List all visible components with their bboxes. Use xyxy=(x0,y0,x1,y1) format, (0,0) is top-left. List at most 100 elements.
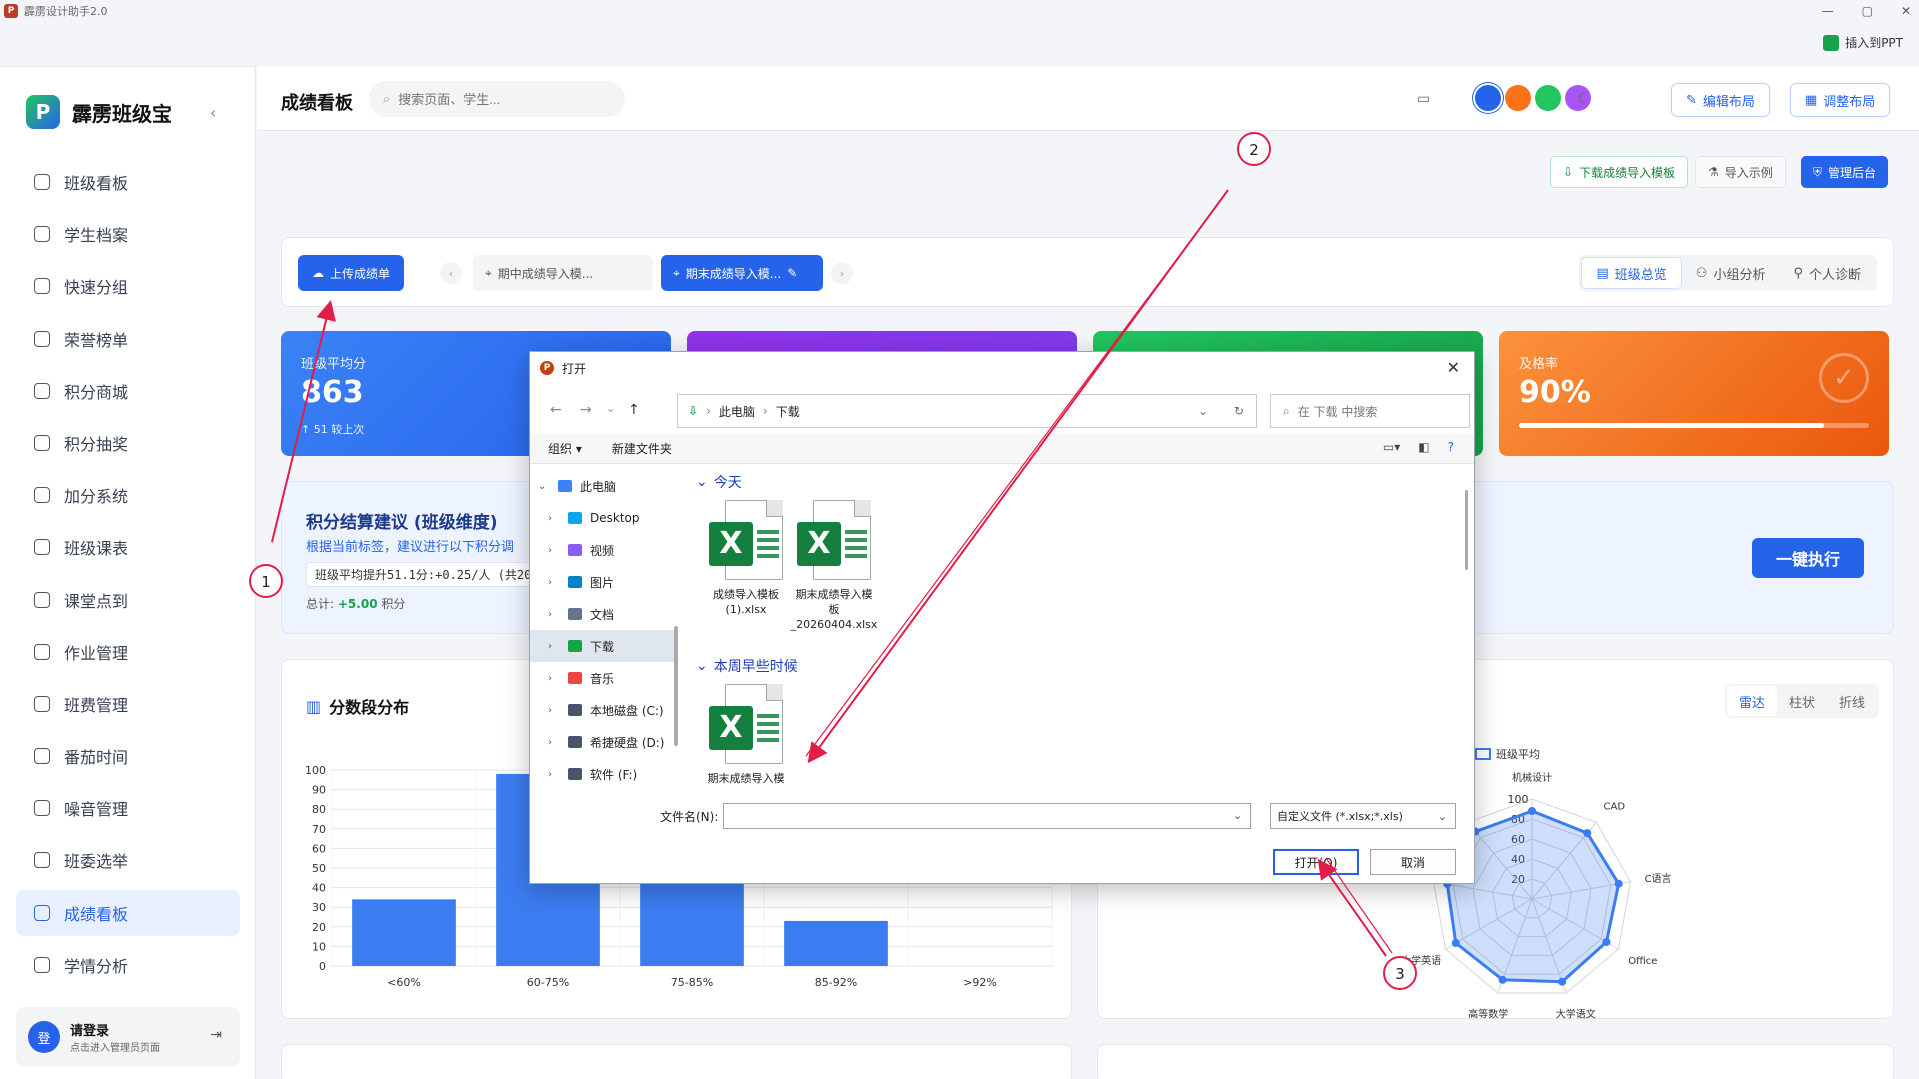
group-today[interactable]: ⌄ 今天 xyxy=(696,472,742,492)
recent-chevron-icon[interactable]: ⌄ xyxy=(606,402,615,415)
dark-mode-icon[interactable]: ☾ xyxy=(1577,91,1590,107)
chevron-right-icon[interactable]: › xyxy=(548,705,560,716)
admin-button[interactable]: ⛨ 管理后台 xyxy=(1801,156,1889,188)
sidebar-item-10[interactable]: 班费管理 xyxy=(16,681,240,727)
folder-icon xyxy=(568,576,582,588)
sidebar-item-13[interactable]: 班委选举 xyxy=(16,837,240,883)
up-icon[interactable]: ↑ xyxy=(628,402,640,418)
edit-icon[interactable]: ✎ xyxy=(787,266,797,280)
tree-item[interactable]: › 视频 xyxy=(530,534,676,566)
dialog-close-button[interactable]: ✕ xyxy=(1447,358,1460,377)
chip-final[interactable]: ⌖ 期末成绩导入模... ✎ xyxy=(661,255,823,291)
chevron-right-icon[interactable]: › xyxy=(548,609,560,620)
suggestion-total: 总计: +5.00 积分 xyxy=(306,595,405,612)
address-bar[interactable]: ⇩ › 此电脑 › 下载 ⌄ ↻ xyxy=(677,394,1257,428)
sidebar-item-9[interactable]: 作业管理 xyxy=(16,629,240,675)
sidebar-item-3[interactable]: 荣誉榜单 xyxy=(16,316,240,362)
folder-icon xyxy=(568,768,582,780)
new-folder-button[interactable]: 新建文件夹 xyxy=(612,440,672,457)
tree-item[interactable]: › 文档 xyxy=(530,598,676,630)
chips-prev-button[interactable]: ‹ xyxy=(440,262,462,284)
tab-personal-diagnosis[interactable]: ⚲ 个人诊断 xyxy=(1779,257,1875,289)
minimize-button[interactable]: — xyxy=(1822,4,1834,18)
filename-input[interactable] xyxy=(723,803,1251,829)
address-dropdown-icon[interactable]: ⌄ xyxy=(1198,404,1208,418)
file-item[interactable]: X 期末成绩导入模 板 _20260404.xlsx xyxy=(790,500,878,633)
help-icon[interactable]: ? xyxy=(1448,440,1454,454)
adjust-layout-button[interactable]: ▦ 调整布局 xyxy=(1790,83,1891,117)
tree-item[interactable]: › 音乐 xyxy=(530,662,676,694)
sidebar-item-5[interactable]: 积分抽奖 xyxy=(16,420,240,466)
sidebar-toggle-icon[interactable]: ▭ xyxy=(1417,91,1430,107)
sidebar-item-4[interactable]: 积分商城 xyxy=(16,368,240,414)
filetype-select[interactable]: 自定义文件 (*.xlsx;*.xls) ⌄ xyxy=(1270,803,1456,829)
import-example-button[interactable]: ⚗ 导入示例 xyxy=(1695,156,1786,188)
tree-item[interactable]: ⌄ 此电脑 xyxy=(530,470,676,502)
theme-color-swatch[interactable] xyxy=(1475,85,1501,111)
forward-icon[interactable]: → xyxy=(580,402,592,418)
cancel-button[interactable]: 取消 xyxy=(1370,849,1456,875)
tree-item[interactable]: › 下载 xyxy=(530,630,676,662)
file-item[interactable]: X 成绩导入模板 (1).xlsx xyxy=(702,500,790,618)
preview-pane-icon[interactable]: ◧ xyxy=(1418,440,1429,454)
stat-sub: ↑ 51 较上次 xyxy=(301,423,365,436)
tree-item[interactable]: › 软件 (F:) xyxy=(530,758,676,790)
search-bar[interactable]: ⌕ xyxy=(369,81,625,117)
chevron-right-icon[interactable]: › xyxy=(548,769,560,780)
theme-color-swatch[interactable] xyxy=(1505,85,1531,111)
chip-midterm[interactable]: ⌖ 期中成绩导入模... xyxy=(473,255,653,291)
upload-scores-button[interactable]: ☁ 上传成绩单 xyxy=(298,255,404,291)
maximize-button[interactable]: ▢ xyxy=(1862,4,1873,18)
tree-item[interactable]: › Desktop xyxy=(530,502,676,534)
sidebar-item-15[interactable]: 学情分析 xyxy=(16,942,240,988)
sidebar-item-7[interactable]: 班级课表 xyxy=(16,524,240,570)
login-card[interactable]: 登 请登录 点击进入管理员页面 ⇥ xyxy=(16,1007,240,1067)
dialog-search-box[interactable]: ⌕ 在 下载 中搜索 xyxy=(1270,394,1470,428)
radar-point xyxy=(1583,829,1592,838)
breadcrumb-downloads[interactable]: 下载 xyxy=(776,403,800,420)
tree-item[interactable]: › 希捷硬盘 (D:) xyxy=(530,726,676,758)
sidebar-item-8[interactable]: 课堂点到 xyxy=(16,577,240,623)
chips-next-button[interactable]: › xyxy=(831,262,853,284)
chevron-right-icon[interactable]: › xyxy=(548,673,560,684)
tab-group-analysis[interactable]: ⚇ 小组分析 xyxy=(1682,257,1780,289)
sidebar-item-1[interactable]: 学生档案 xyxy=(16,211,240,257)
back-icon[interactable]: ← xyxy=(550,402,562,418)
sidebar-item-2[interactable]: 快速分组 xyxy=(16,263,240,309)
gift-icon xyxy=(34,434,50,451)
execute-button[interactable]: 一键执行 xyxy=(1752,538,1864,578)
collapse-sidebar-icon[interactable]: ‹ xyxy=(210,103,216,122)
sidebar-item-0[interactable]: 班级看板 xyxy=(16,159,240,205)
filename-dropdown-icon[interactable]: ⌄ xyxy=(1233,809,1242,822)
view-mode-icon[interactable]: ▭▾ xyxy=(1383,440,1400,454)
chevron-right-icon[interactable]: › xyxy=(548,737,560,748)
tree-scrollbar[interactable] xyxy=(674,626,678,746)
chevron-down-icon: ⌄ xyxy=(1437,809,1447,823)
tab-class-overview[interactable]: ▤ 班级总览 xyxy=(1581,257,1682,289)
theme-color-swatch[interactable] xyxy=(1535,85,1561,111)
tree-item[interactable]: › 图片 xyxy=(530,566,676,598)
close-button[interactable]: ✕ xyxy=(1901,4,1911,18)
chevron-right-icon[interactable]: › xyxy=(548,545,560,556)
chevron-right-icon[interactable]: › xyxy=(548,513,560,524)
download-template-button[interactable]: ⇩ 下载成绩导入模板 xyxy=(1550,156,1689,188)
chevron-down-icon[interactable]: ⌄ xyxy=(538,481,550,492)
organize-menu[interactable]: 组织 ▾ xyxy=(548,440,582,457)
sidebar-item-12[interactable]: 噪音管理 xyxy=(16,785,240,831)
group-earlier-this-week[interactable]: ⌄ 本周早些时候 xyxy=(696,656,798,676)
refresh-icon[interactable]: ↻ xyxy=(1234,404,1244,418)
tree-item[interactable]: › 本地磁盘 (C:) xyxy=(530,694,676,726)
breadcrumb-this-pc[interactable]: 此电脑 xyxy=(719,403,755,420)
open-button[interactable]: 打开(O) xyxy=(1273,849,1359,875)
logout-icon[interactable]: ⇥ xyxy=(210,1027,222,1043)
chevron-right-icon[interactable]: › xyxy=(548,577,560,588)
file-item[interactable]: X 期末成绩导入模 xyxy=(702,684,790,787)
sidebar-item-11[interactable]: 番茄时间 xyxy=(16,733,240,779)
sidebar-item-6[interactable]: 加分系统 xyxy=(16,472,240,518)
file-list-scrollbar[interactable] xyxy=(1465,490,1468,570)
sidebar-item-14[interactable]: 成绩看板 xyxy=(16,889,240,936)
chevron-right-icon[interactable]: › xyxy=(548,641,560,652)
search-input[interactable] xyxy=(398,91,599,107)
insert-ppt-button[interactable]: 插入到PPT xyxy=(1823,34,1903,51)
edit-layout-button[interactable]: ✎ 编辑布局 xyxy=(1671,83,1770,117)
